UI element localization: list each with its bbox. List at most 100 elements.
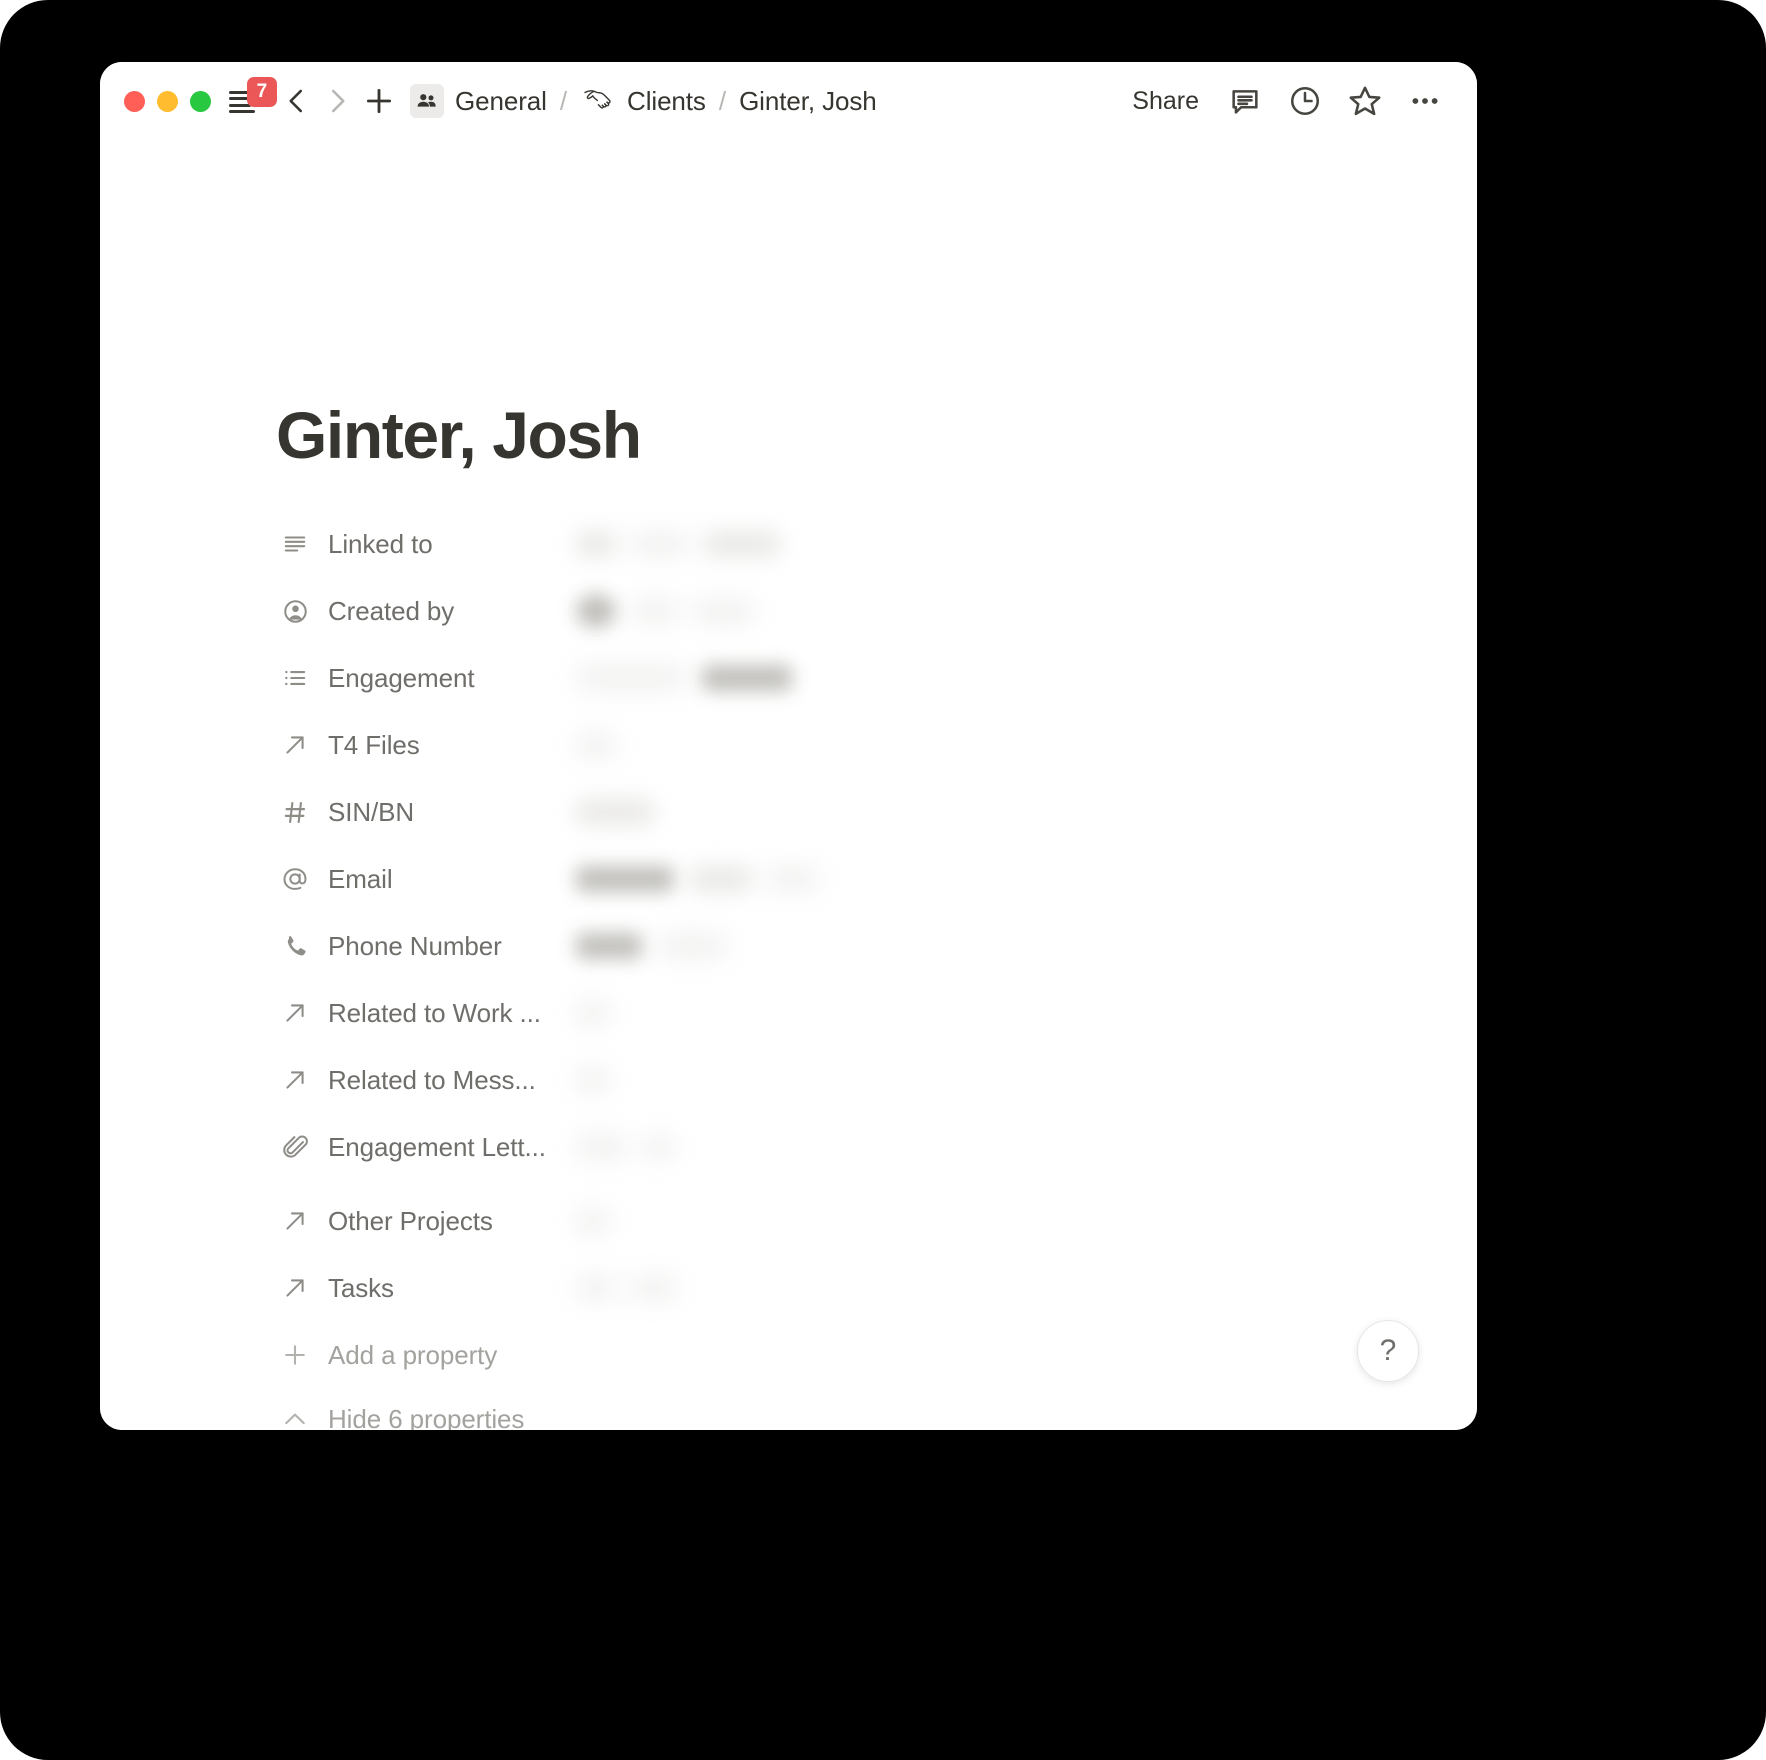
close-button[interactable]: [124, 90, 145, 112]
redacted-value: [576, 1208, 610, 1234]
relation-arrow-icon: [276, 994, 314, 1032]
property-value-redacted[interactable]: [576, 792, 654, 832]
person-circle-icon: [276, 592, 314, 630]
notification-badge[interactable]: 7: [247, 77, 277, 107]
relation-arrow-icon: [276, 1061, 314, 1099]
property-row-sin-bn[interactable]: SIN/BN: [276, 788, 1326, 836]
breadcrumb-item-database[interactable]: Clients: [575, 83, 711, 120]
redacted-value: [658, 933, 726, 959]
traffic-lights: [124, 90, 211, 112]
property-value-redacted[interactable]: [576, 725, 616, 765]
plus-icon: [276, 1336, 314, 1374]
breadcrumb: General / Clients / Ginter, Josh: [405, 81, 882, 121]
property-label: Tasks: [328, 1272, 394, 1303]
back-button[interactable]: [277, 81, 317, 121]
property-row-email[interactable]: Email: [276, 855, 1326, 903]
hide-properties-button[interactable]: Hide 6 properties: [276, 1395, 1326, 1430]
redacted-value: [576, 1275, 616, 1301]
property-value-redacted[interactable]: [576, 658, 792, 698]
breadcrumb-item-workspace[interactable]: General: [405, 81, 552, 121]
property-row-linked-to[interactable]: Linked to: [276, 520, 1326, 568]
property-label: Email: [328, 863, 393, 894]
breadcrumb-page-label: Ginter, Josh: [739, 85, 877, 116]
property-label: Linked to: [328, 528, 433, 559]
chevron-right-icon: [331, 89, 345, 113]
desktop-backdrop: 7 General / Clients / Ginter, Josh Share…: [0, 0, 1766, 1760]
property-label: Phone Number: [328, 930, 502, 961]
share-button[interactable]: Share: [1120, 81, 1211, 122]
property-value-redacted[interactable]: [576, 524, 780, 564]
text-lines-icon: [276, 525, 314, 563]
comments-button[interactable]: [1219, 78, 1271, 124]
property-value-redacted[interactable]: [576, 1268, 676, 1308]
hide-properties-label: Hide 6 properties: [328, 1403, 525, 1431]
property-row-created-by[interactable]: Created by: [276, 587, 1326, 635]
new-page-button[interactable]: [359, 81, 399, 121]
property-label: Engagement: [328, 662, 475, 693]
redacted-value: [632, 598, 678, 624]
redacted-value: [644, 1134, 674, 1160]
redacted-value: [576, 799, 654, 825]
page-history-button[interactable]: [1279, 78, 1331, 124]
minimize-button[interactable]: [157, 90, 178, 112]
more-options-button[interactable]: [1399, 78, 1451, 124]
relation-arrow-icon: [276, 1202, 314, 1240]
chevron-left-icon: [289, 89, 303, 113]
sidebar-toggle-button[interactable]: 7: [229, 77, 277, 121]
property-row-phone-number[interactable]: Phone Number: [276, 922, 1326, 970]
redacted-value: [632, 1275, 676, 1301]
people-icon: [410, 84, 444, 118]
property-row-related-to-messages[interactable]: Related to Mess...: [276, 1056, 1326, 1104]
add-property-label: Add a property: [328, 1339, 498, 1370]
property-label: T4 Files: [328, 729, 420, 760]
property-row-tasks[interactable]: Tasks: [276, 1264, 1326, 1312]
property-value-redacted[interactable]: [576, 859, 818, 899]
redacted-value: [768, 866, 818, 892]
redacted-value: [576, 1000, 610, 1026]
breadcrumb-workspace-label: General: [455, 85, 547, 116]
property-row-engagement[interactable]: Engagement: [276, 654, 1326, 702]
handshake-icon: [580, 86, 616, 116]
property-label: SIN/BN: [328, 796, 415, 827]
help-button[interactable]: ?: [1357, 1320, 1419, 1382]
redacted-value: [576, 866, 674, 892]
property-row-engagement-letter[interactable]: Engagement Lett...: [276, 1123, 1326, 1171]
clock-icon: [1290, 86, 1320, 116]
bulleted-list-icon: [276, 659, 314, 697]
property-value-redacted[interactable]: [576, 1201, 610, 1241]
redacted-value: [690, 866, 752, 892]
phone-icon: [276, 927, 314, 965]
redacted-value: [576, 1067, 610, 1093]
property-value-redacted[interactable]: [576, 1060, 610, 1100]
property-value-redacted[interactable]: [576, 591, 754, 631]
window-titlebar: 7 General / Clients / Ginter, Josh Share: [100, 62, 1477, 140]
paperclip-icon: [276, 1128, 314, 1166]
property-label: Created by: [328, 595, 455, 626]
breadcrumb-separator-1: /: [559, 85, 568, 116]
redacted-value: [632, 531, 688, 557]
plus-icon: [366, 88, 392, 114]
property-row-related-to-work[interactable]: Related to Work ...: [276, 989, 1326, 1037]
breadcrumb-separator-2: /: [718, 85, 727, 116]
property-value-redacted[interactable]: [576, 993, 610, 1033]
relation-arrow-icon: [276, 726, 314, 764]
page-title[interactable]: Ginter, Josh: [276, 402, 642, 468]
page-content: Ginter, Josh Linked to Created by Engage…: [100, 140, 1477, 1430]
property-row-t4-files[interactable]: T4 Files: [276, 721, 1326, 769]
titlebar-actions: Share: [1120, 78, 1451, 124]
relation-arrow-icon: [276, 1269, 314, 1307]
redacted-value: [704, 531, 780, 557]
add-property-button[interactable]: Add a property: [276, 1331, 1326, 1379]
property-list: Linked to Created by Engagement T4 Files…: [276, 520, 1326, 1430]
breadcrumb-item-page[interactable]: Ginter, Josh: [734, 83, 882, 120]
property-value-redacted[interactable]: [576, 926, 726, 966]
zoom-button[interactable]: [190, 90, 211, 112]
comment-icon: [1232, 90, 1258, 114]
property-row-other-projects[interactable]: Other Projects: [276, 1197, 1326, 1245]
breadcrumb-database-label: Clients: [627, 85, 706, 116]
property-value-redacted[interactable]: [576, 1127, 674, 1167]
property-label: Related to Mess...: [328, 1064, 536, 1095]
forward-button[interactable]: [317, 81, 357, 121]
chevron-up-icon: [276, 1400, 314, 1430]
favorite-button[interactable]: [1339, 78, 1391, 124]
